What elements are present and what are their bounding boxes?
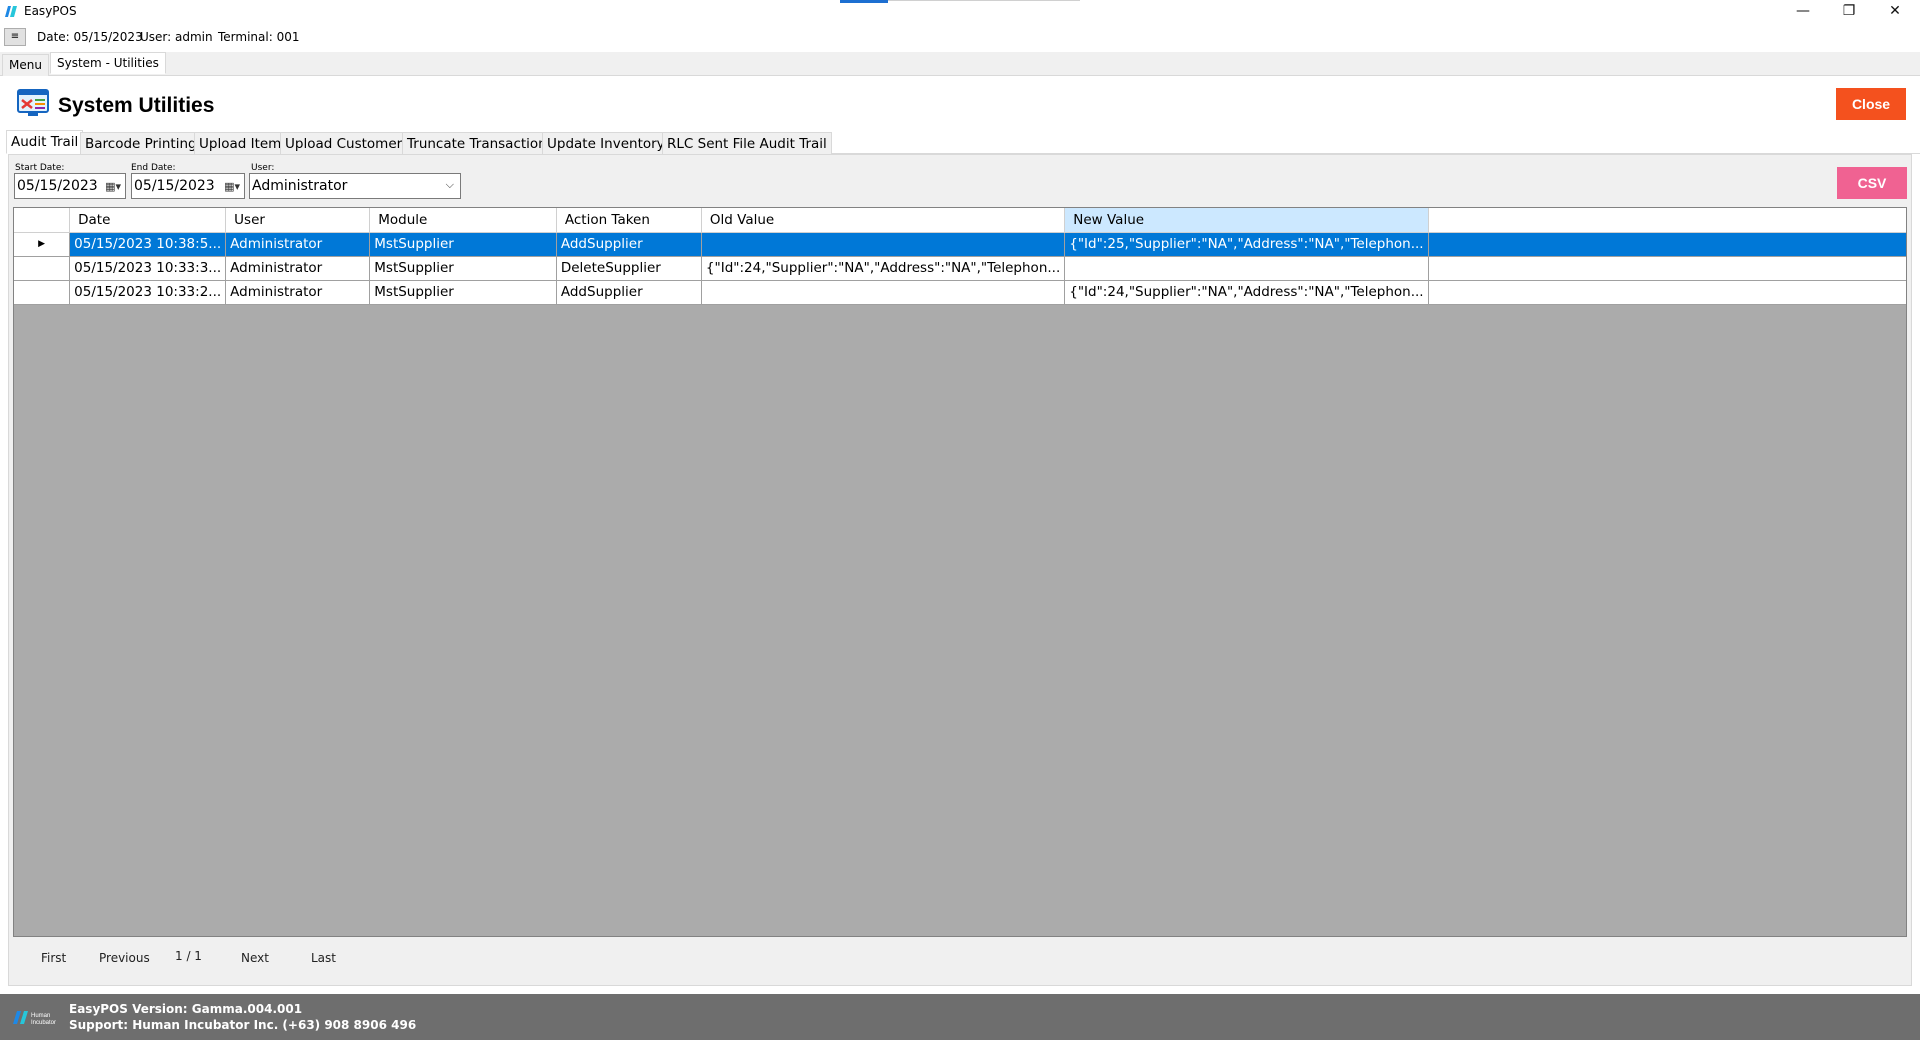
row-selected-marker[interactable]: ▶ [14,232,71,257]
easypos-app-icon [5,6,17,17]
window-title: EasyPOS [24,4,77,18]
audit-trail-panel: Start Date: 05/15/2023 ▦▾ End Date: 05/1… [8,154,1912,986]
cell-module[interactable]: MstSupplier [369,256,557,281]
cell-date[interactable]: 05/15/2023 10:33:3... [69,256,227,281]
column-header-old-value[interactable]: Old Value [701,208,1066,233]
audit-trail-table: Date User Module Action Taken Old Value … [14,208,1906,305]
window-close-button[interactable]: ✕ [1872,0,1918,22]
table-row[interactable]: 05/15/2023 10:33:2... Administrator MstS… [14,280,1906,305]
row-filler [1428,232,1906,257]
tab-upload-customer[interactable]: Upload Customer [280,132,408,154]
svg-text:Incubator: Incubator [31,1020,56,1026]
cell-module[interactable]: MstSupplier [369,280,557,305]
tab-upload-item[interactable]: Upload Item [194,132,287,154]
window-titlebar: EasyPOS — ❐ ✕ [0,0,1920,24]
cell-new-value[interactable]: {"Id":24,"Supplier":"NA","Address":"NA",… [1064,280,1429,305]
cell-old-value[interactable] [701,280,1066,305]
taskbar-focus-line [888,0,1080,1]
pager-previous-button[interactable]: Previous [99,951,150,965]
cell-old-value[interactable] [701,232,1066,257]
row-header[interactable] [14,280,71,305]
human-incubator-logo: Human Incubator [12,1008,64,1026]
doc-tab-system-utilities[interactable]: System - Utilities [50,52,166,74]
support-text: Support: Human Incubator Inc. (+63) 908 … [69,1018,417,1032]
column-header-date[interactable]: Date [69,208,227,233]
column-header-module[interactable]: Module [369,208,557,233]
cell-new-value[interactable]: {"Id":25,"Supplier":"NA","Address":"NA",… [1064,232,1429,257]
session-date: Date: 05/15/2023 [37,30,143,44]
session-user: User: admin [140,30,213,44]
cell-old-value[interactable]: {"Id":24,"Supplier":"NA","Address":"NA",… [701,256,1066,281]
tab-audit-trail[interactable]: Audit Trail [6,130,84,154]
user-filter-select[interactable]: Administrator ⌵ [249,173,461,199]
table-row[interactable]: 05/15/2023 10:33:3... Administrator MstS… [14,256,1906,281]
utilities-tab-strip: Audit Trail Barcode Printing Upload Item… [6,130,1920,154]
end-date-picker[interactable]: 05/15/2023 ▦▾ [131,173,245,199]
pager-page-indicator: 1 / 1 [175,949,202,963]
cell-action[interactable]: DeleteSupplier [556,256,702,281]
calendar-dropdown-icon[interactable]: ▦▾ [224,180,240,193]
taskbar-focus-indicator [840,0,888,3]
status-footer: Human Incubator EasyPOS Version: Gamma.0… [0,994,1920,1040]
column-header-new-value[interactable]: New Value [1064,208,1429,233]
main-content: System Utilities Close Audit Trail Barco… [0,76,1920,994]
row-header[interactable] [14,256,71,281]
calendar-dropdown-icon[interactable]: ▦▾ [105,180,121,193]
restore-button[interactable]: ❐ [1826,0,1872,22]
column-header-user[interactable]: User [225,208,371,233]
system-utilities-icon [17,89,49,116]
pager-next-button[interactable]: Next [241,951,269,965]
version-text: EasyPOS Version: Gamma.004.001 [69,1002,303,1016]
tab-rlc-sent-file-audit-trail[interactable]: RLC Sent File Audit Trail [662,132,832,154]
menu-toggle-button[interactable]: ≡ [4,28,26,46]
pager-first-button[interactable]: First [41,951,66,965]
user-filter-label: User: [251,163,275,173]
header-filler [1428,208,1906,233]
tab-update-inventory[interactable]: Update Inventory [542,132,670,154]
cell-user[interactable]: Administrator [225,256,371,281]
cell-module[interactable]: MstSupplier [369,232,557,257]
row-filler [1428,256,1906,281]
cell-new-value[interactable] [1064,256,1429,281]
svg-text:Human: Human [31,1013,50,1019]
csv-export-button[interactable]: CSV [1837,167,1907,199]
row-header-corner [14,208,71,233]
cell-date[interactable]: 05/15/2023 10:38:5... [69,232,227,257]
cell-user[interactable]: Administrator [225,280,371,305]
table-row[interactable]: ▶ 05/15/2023 10:38:5... Administrator Ms… [14,232,1906,257]
close-button[interactable]: Close [1836,88,1906,120]
row-filler [1428,280,1906,305]
cell-date[interactable]: 05/15/2023 10:33:2... [69,280,227,305]
cell-user[interactable]: Administrator [225,232,371,257]
doc-tab-menu[interactable]: Menu [2,54,49,76]
column-header-action-taken[interactable]: Action Taken [556,208,702,233]
end-date-value: 05/15/2023 [134,178,215,194]
tab-truncate-transactions[interactable]: Truncate Transactions [402,132,559,154]
end-date-label: End Date: [131,163,176,173]
cell-action[interactable]: AddSupplier [556,232,702,257]
document-tab-strip: Menu [0,52,1920,76]
tab-barcode-printing[interactable]: Barcode Printing [80,132,202,154]
table-header-row: Date User Module Action Taken Old Value … [14,208,1906,233]
start-date-label: Start Date: [15,163,65,173]
page-title: System Utilities [58,94,215,117]
minimize-button[interactable]: — [1780,0,1826,22]
audit-trail-grid[interactable]: Date User Module Action Taken Old Value … [13,207,1907,937]
cell-action[interactable]: AddSupplier [556,280,702,305]
session-terminal: Terminal: 001 [218,30,300,44]
user-filter-value: Administrator [252,178,348,194]
session-info-bar: ≡ Date: 05/15/2023 User: admin Terminal:… [0,24,1920,50]
start-date-value: 05/15/2023 [17,178,98,194]
pager-last-button[interactable]: Last [311,951,336,965]
start-date-picker[interactable]: 05/15/2023 ▦▾ [14,173,126,199]
chevron-down-icon[interactable]: ⌵ [446,178,454,192]
